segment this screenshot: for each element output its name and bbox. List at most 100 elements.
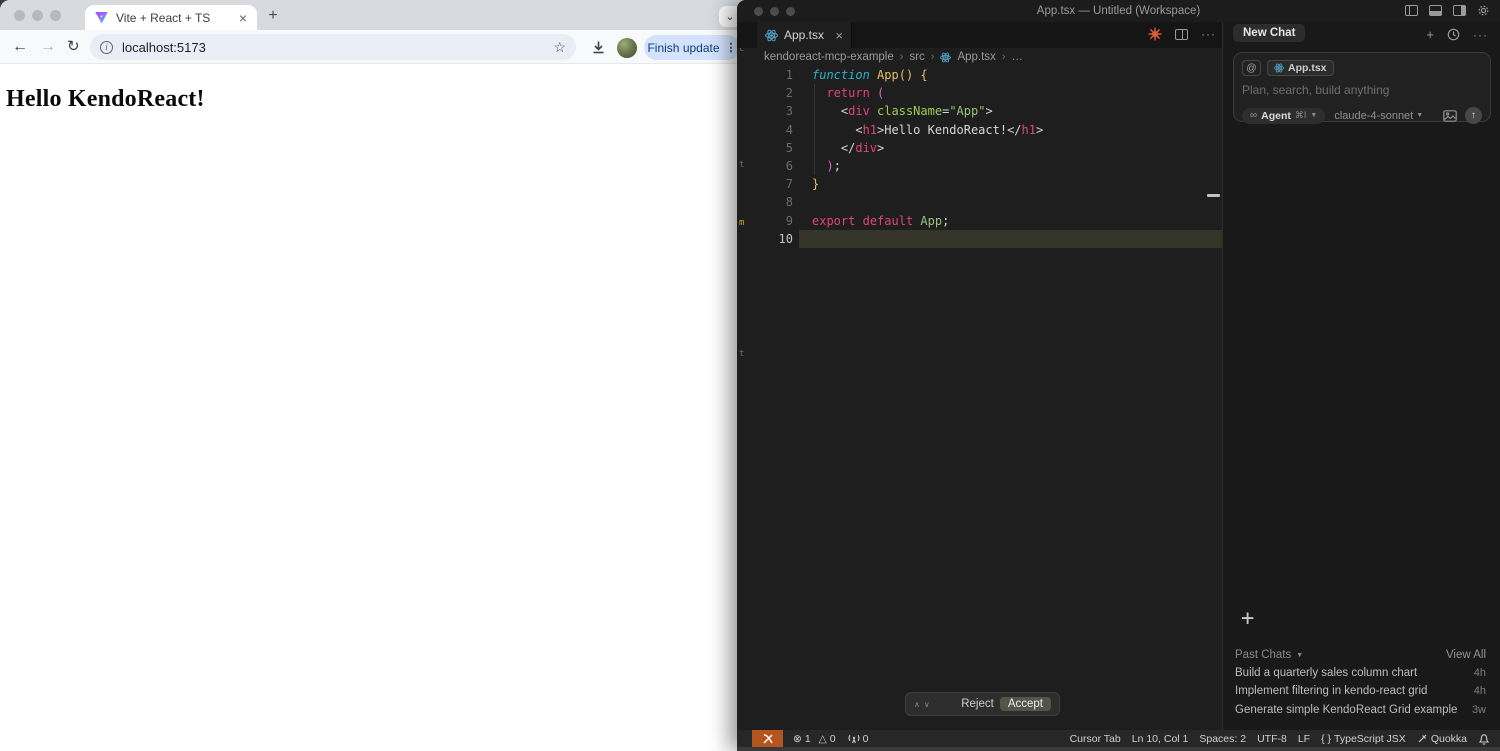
line-number[interactable]: 3	[737, 104, 793, 118]
line-text[interactable]: </div>	[812, 141, 884, 155]
forward-icon[interactable]: →	[40, 39, 56, 55]
editor-tab-apptsx[interactable]: App.tsx ×	[757, 22, 852, 48]
breadcrumb-more[interactable]: …	[1011, 51, 1023, 63]
line-number[interactable]: 7	[737, 177, 793, 191]
attach-image-icon[interactable]	[1443, 110, 1457, 122]
ports-indicator[interactable]: 0	[848, 733, 869, 745]
line-text[interactable]: return (	[812, 86, 884, 100]
eol-status[interactable]: LF	[1298, 733, 1310, 745]
toggle-secondary-sidebar-icon[interactable]	[1453, 5, 1466, 16]
site-info-icon[interactable]: i	[100, 41, 113, 54]
reject-button[interactable]: Reject	[961, 698, 994, 710]
reload-icon[interactable]: ↻	[67, 39, 80, 54]
chat-more-actions-icon[interactable]: ···	[1473, 28, 1488, 42]
code-line[interactable]: 4 <h1>Hello KendoReact!</h1>	[737, 121, 1222, 139]
breadcrumb[interactable]: kendoreact-mcp-example › src › App.tsx ›…	[764, 48, 1023, 66]
code-line[interactable]: 7}	[737, 175, 1222, 193]
line-text[interactable]: <div className="App">	[812, 104, 993, 118]
notifications-bell-icon[interactable]	[1478, 733, 1490, 745]
line-text[interactable]: export default App;	[812, 214, 949, 228]
encoding-status[interactable]: UTF-8	[1257, 733, 1287, 745]
line-number[interactable]: 10	[737, 232, 793, 246]
code-line[interactable]: 10	[737, 230, 1222, 248]
profile-avatar[interactable]	[617, 38, 637, 58]
cursor-position-status[interactable]: Ln 10, Col 1	[1132, 733, 1189, 745]
new-chat-plus-icon[interactable]: +	[1426, 27, 1434, 42]
model-selector[interactable]: claude-4-sonnet ▼	[1334, 110, 1423, 122]
line-text[interactable]: function App() {	[812, 68, 928, 82]
agent-mode-selector[interactable]: ∞ Agent ⌘I ▼	[1242, 108, 1325, 124]
tab-close-icon[interactable]: ×	[239, 11, 247, 25]
line-text[interactable]: <h1>Hello KendoReact!</h1>	[812, 123, 1043, 137]
line-text[interactable]: }	[812, 177, 819, 191]
past-chats-label[interactable]: Past Chats	[1235, 649, 1291, 661]
add-context-button[interactable]: @	[1242, 60, 1261, 76]
send-button[interactable]: ↑	[1465, 107, 1482, 124]
cursor-tab-status[interactable]: Cursor Tab	[1070, 733, 1121, 745]
settings-gear-icon[interactable]	[1477, 4, 1490, 17]
kebab-menu-icon[interactable]: ⋮	[726, 41, 737, 54]
chat-input-placeholder[interactable]: Plan, search, build anything	[1242, 83, 1482, 97]
split-editor-icon[interactable]	[1175, 29, 1188, 40]
past-chat-item[interactable]: Implement filtering in kendo-react grid4…	[1235, 682, 1486, 700]
indentation-status[interactable]: Spaces: 2	[1199, 733, 1246, 745]
code-line[interactable]: 6 );	[737, 157, 1222, 175]
finish-update-button[interactable]: Finish update ⋮	[644, 35, 740, 60]
editor-more-actions-icon[interactable]: ···	[1201, 27, 1216, 41]
line-number[interactable]: 5	[737, 141, 793, 155]
browser-tab[interactable]: Vite + React + TS ×	[85, 5, 257, 30]
back-icon[interactable]: ←	[12, 39, 28, 55]
zoom-window-button[interactable]	[786, 7, 795, 16]
text-cursor-crosshair: +	[1241, 606, 1254, 631]
url-text[interactable]: localhost:5173	[122, 40, 553, 55]
context-file-chip[interactable]: App.tsx	[1267, 60, 1334, 76]
close-window-button[interactable]	[754, 7, 763, 16]
line-number[interactable]: 2	[737, 86, 793, 100]
breadcrumb-folder[interactable]: src	[909, 51, 924, 63]
address-bar[interactable]: i localhost:5173 ☆	[90, 34, 576, 60]
past-chat-item[interactable]: Generate simple KendoReact Grid example3…	[1235, 701, 1486, 719]
line-number[interactable]: 9	[737, 214, 793, 228]
quokka-status[interactable]: Quokka	[1417, 733, 1467, 745]
remote-indicator[interactable]	[752, 730, 783, 747]
code-line[interactable]: 2 return (	[737, 84, 1222, 102]
line-number[interactable]: 8	[737, 195, 793, 209]
code-line[interactable]: 5 </div>	[737, 139, 1222, 157]
overview-ruler-marker	[1207, 194, 1220, 197]
chat-input-box[interactable]: @ App.tsx Plan, search, build anything ∞…	[1233, 52, 1491, 122]
line-text[interactable]: );	[812, 159, 841, 173]
toggle-primary-sidebar-icon[interactable]	[1405, 5, 1418, 16]
editor-traffic-lights[interactable]	[754, 7, 795, 16]
prev-next-diff-icons[interactable]: ∧∨	[914, 700, 934, 709]
tab-close-icon[interactable]: ×	[835, 29, 843, 42]
browser-traffic-lights[interactable]	[14, 10, 61, 21]
new-chat-tab[interactable]: New Chat	[1233, 24, 1305, 42]
minimize-window-button[interactable]	[32, 10, 43, 21]
chat-history-icon[interactable]	[1447, 28, 1460, 41]
bookmark-star-icon[interactable]: ☆	[553, 39, 566, 56]
code-line[interactable]: 9 export default App;	[737, 212, 1222, 230]
editor-titlebar[interactable]: App.tsx — Untitled (Workspace)	[737, 0, 1500, 22]
breadcrumb-project[interactable]: kendoreact-mcp-example	[764, 51, 894, 63]
code-lines[interactable]: 1function App() {2 return (3 <div classN…	[737, 66, 1222, 248]
code-line[interactable]: 1 function App() {	[737, 66, 1222, 84]
view-all-link[interactable]: View All	[1446, 649, 1486, 661]
breadcrumb-file[interactable]: App.tsx	[957, 51, 995, 63]
errors-icon: ⊗	[793, 733, 802, 745]
minimize-window-button[interactable]	[770, 7, 779, 16]
quokka-flame-icon[interactable]	[1148, 27, 1162, 41]
new-tab-button[interactable]: +	[263, 6, 283, 26]
line-number[interactable]: 6	[737, 159, 793, 173]
toggle-panel-icon[interactable]	[1429, 5, 1442, 16]
line-number[interactable]: 4	[737, 123, 793, 137]
close-window-button[interactable]	[14, 10, 25, 21]
past-chat-item[interactable]: Build a quarterly sales column chart4h	[1235, 664, 1486, 682]
line-number[interactable]: 1	[737, 68, 793, 82]
problems-indicator[interactable]: ⊗ 1 △ 0	[793, 733, 836, 745]
language-status[interactable]: { } TypeScript JSX	[1321, 733, 1406, 745]
code-line[interactable]: 3 <div className="App">	[737, 102, 1222, 120]
code-line[interactable]: 8	[737, 193, 1222, 211]
zoom-window-button[interactable]	[50, 10, 61, 21]
downloads-icon[interactable]	[590, 39, 607, 61]
accept-button[interactable]: Accept	[1000, 697, 1051, 711]
